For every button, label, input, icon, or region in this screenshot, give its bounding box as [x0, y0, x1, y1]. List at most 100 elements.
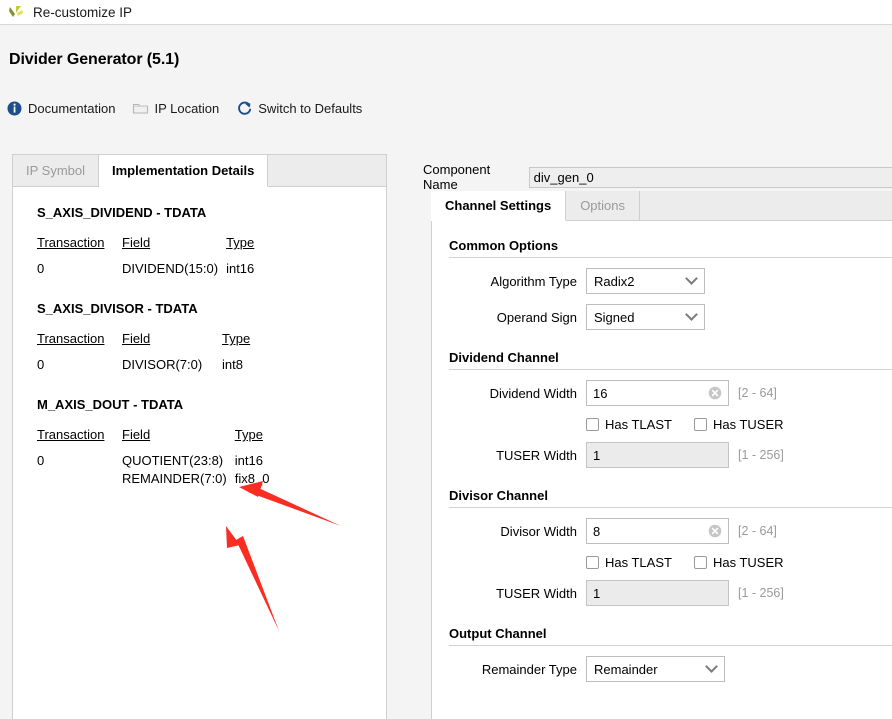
component-name-input[interactable]: [528, 166, 892, 188]
field-label: Divisor Width: [500, 523, 577, 539]
operand-sign-value: Signed: [594, 309, 635, 325]
field-label: Algorithm Type: [490, 273, 577, 289]
dividend-has-tuser-checkbox[interactable]: Has TUSER: [693, 417, 784, 432]
tab-ip-symbol[interactable]: IP Symbol: [13, 155, 100, 186]
page-title: Divider Generator (5.1): [9, 51, 180, 68]
clear-icon[interactable]: [708, 524, 722, 538]
field-label: Operand Sign: [496, 309, 577, 325]
table-row: REMAINDER(7:0) fix8_0: [37, 471, 269, 489]
divisor-tuser-width-input: 1: [586, 580, 729, 606]
signal-group-dividend: S_AXIS_DIVIDEND - TDATA Transaction Fiel…: [37, 205, 386, 279]
tab-options-label: Options: [580, 198, 625, 213]
section-dividend-channel: Dividend Channel Dividend Width 16 [2 - …: [432, 350, 892, 468]
col-transaction: Transaction: [37, 427, 105, 442]
switch-to-defaults-button[interactable]: Switch to Defaults: [236, 100, 362, 117]
tab-ip-symbol-label: IP Symbol: [26, 163, 86, 178]
tab-implementation-details[interactable]: Implementation Details: [99, 155, 269, 187]
cell-transaction: [37, 471, 122, 489]
info-icon: [7, 101, 22, 116]
window-title-bar: Re-customize IP: [0, 0, 892, 25]
tabstrip-filler: [268, 155, 386, 186]
dividend-tuser-width-range: [1 - 256]: [738, 448, 784, 462]
signal-group-title: M_AXIS_DOUT - TDATA: [37, 397, 184, 412]
section-title: Common Options: [449, 238, 559, 253]
documentation-button[interactable]: Documentation: [6, 100, 115, 117]
signal-table: Transaction Field Type 0 DIVISOR(7:0) in…: [37, 331, 250, 375]
cell-field: DIVIDEND(15:0): [122, 261, 219, 276]
left-panel-tabstrip: IP Symbol Implementation Details: [13, 155, 386, 187]
col-transaction: Transaction: [37, 235, 105, 250]
algorithm-type-value: Radix2: [594, 273, 635, 289]
clear-icon[interactable]: [708, 386, 722, 400]
col-field: Field: [122, 427, 151, 442]
checkbox-label: Has TLAST: [605, 417, 672, 432]
signal-group-dout: M_AXIS_DOUT - TDATA Transaction Field Ty…: [37, 397, 386, 489]
checkbox-label: Has TUSER: [712, 555, 784, 570]
field-label: TUSER Width: [496, 447, 577, 463]
divisor-has-tuser-checkbox[interactable]: Has TUSER: [693, 555, 784, 570]
section-output-channel: Output Channel Remainder Type Remainder: [432, 626, 892, 682]
dividend-has-tlast-checkbox[interactable]: Has TLAST: [586, 417, 672, 432]
divisor-width-input[interactable]: 8: [586, 518, 729, 544]
cell-type: int8: [222, 357, 243, 372]
checkbox-box-icon: [586, 556, 599, 569]
dividend-width-input[interactable]: 16: [586, 380, 729, 406]
col-transaction: Transaction: [37, 331, 105, 346]
cell-type: fix8_0: [234, 471, 270, 486]
checkbox-label: Has TUSER: [712, 417, 784, 432]
operand-sign-select[interactable]: Signed: [586, 304, 705, 330]
tab-options[interactable]: Options: [566, 191, 640, 220]
chevron-down-icon: [705, 660, 718, 673]
ip-location-button[interactable]: IP Location: [132, 100, 219, 117]
dividend-tuser-width-value: 1: [593, 447, 601, 463]
remainder-type-select[interactable]: Remainder: [586, 656, 725, 682]
folder-icon: [133, 103, 149, 114]
table-header-row: Transaction Field Type: [37, 331, 250, 357]
section-divider: [449, 507, 892, 508]
divisor-has-tlast-checkbox[interactable]: Has TLAST: [586, 555, 672, 570]
col-type: Type: [234, 427, 263, 442]
checkbox-box-icon: [693, 556, 707, 569]
algorithm-type-select[interactable]: Radix2: [586, 268, 705, 294]
signal-table: Transaction Field Type 0 DIVIDEND(15:0) …: [37, 235, 254, 279]
cell-type: int16: [234, 453, 263, 468]
header-toolbar: Documentation IP Location Switch to Defa…: [6, 100, 379, 117]
tab-implementation-details-label: Implementation Details: [112, 163, 255, 178]
tab-channel-settings[interactable]: Channel Settings: [431, 191, 567, 221]
documentation-label: Documentation: [28, 101, 116, 116]
field-divisor-tuser-width: TUSER Width 1 [1 - 256]: [432, 580, 892, 606]
implementation-details-body: S_AXIS_DIVIDEND - TDATA Transaction Fiel…: [13, 187, 386, 719]
section-divider: [449, 257, 892, 258]
cell-field: REMAINDER(7:0): [122, 471, 227, 486]
signal-group-divisor: S_AXIS_DIVISOR - TDATA Transaction Field…: [37, 301, 386, 375]
table-row: 0 DIVISOR(7:0) int8: [37, 357, 250, 375]
cell-transaction: 0: [37, 357, 45, 372]
divisor-tuser-width-range: [1 - 256]: [738, 586, 784, 600]
cell-type: int16: [226, 261, 255, 276]
table-header-row: Transaction Field Type: [37, 427, 269, 453]
field-dividend-width: Dividend Width 16 [2 - 64]: [432, 380, 892, 406]
chevron-down-icon: [685, 308, 698, 321]
ip-details-panel: IP Symbol Implementation Details S_AXIS_…: [12, 154, 387, 719]
table-row: 0 DIVIDEND(15:0) int16: [37, 261, 254, 279]
divisor-tuser-width-value: 1: [593, 585, 601, 601]
window-title-text: Re-customize IP: [33, 4, 133, 20]
dividend-width-range: [2 - 64]: [738, 386, 777, 400]
col-field: Field: [122, 235, 151, 250]
section-divider: [449, 645, 892, 646]
cell-field: DIVISOR(7:0): [122, 357, 203, 372]
col-type: Type: [226, 235, 255, 250]
divisor-width-range: [2 - 64]: [738, 524, 777, 538]
switch-to-defaults-label: Switch to Defaults: [258, 101, 363, 116]
section-divider: [449, 369, 892, 370]
cell-field: QUOTIENT(23:8): [122, 453, 224, 468]
refresh-icon: [238, 101, 252, 115]
section-title: Output Channel: [449, 626, 547, 641]
signal-table: Transaction Field Type 0 QUOTIENT(23:8) …: [37, 427, 269, 489]
field-operand-sign: Operand Sign Signed: [432, 304, 892, 330]
field-label: TUSER Width: [496, 585, 577, 601]
dialog-header: Divider Generator (5.1) Documentation IP…: [0, 26, 892, 139]
checkbox-box-icon: [693, 418, 707, 431]
